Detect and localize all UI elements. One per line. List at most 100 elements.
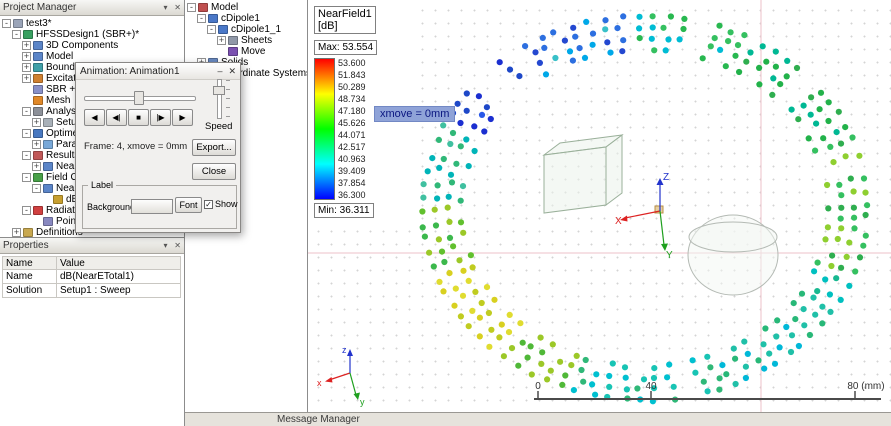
frame-slider[interactable] bbox=[84, 91, 196, 103]
play-forward-button[interactable]: ▶ bbox=[172, 109, 193, 126]
field-dot bbox=[471, 123, 477, 129]
field-dot bbox=[540, 35, 546, 41]
close-icon[interactable]: ✕ bbox=[228, 66, 236, 77]
background-color-swatch[interactable] bbox=[131, 199, 173, 214]
collapse-icon[interactable]: - bbox=[12, 30, 21, 39]
collapse-icon[interactable]: - bbox=[2, 19, 11, 28]
collapse-icon[interactable]: - bbox=[22, 129, 31, 138]
field-dot bbox=[425, 168, 431, 174]
close-icon[interactable]: ✕ bbox=[174, 241, 181, 250]
properties-row[interactable]: SolutionSetup1 : Sweep bbox=[2, 284, 181, 298]
x-axis-label: X bbox=[615, 216, 622, 227]
project-tree-row[interactable]: -test3* bbox=[0, 18, 184, 29]
field-dot bbox=[457, 120, 463, 126]
speed-slider[interactable] bbox=[213, 79, 223, 119]
speed-slider-ticks bbox=[226, 80, 230, 120]
design-icon bbox=[23, 30, 33, 39]
show-checkbox[interactable]: ✓ bbox=[204, 200, 213, 209]
expand-icon[interactable]: + bbox=[22, 52, 31, 61]
field-dot bbox=[434, 195, 440, 201]
field-dot bbox=[450, 130, 456, 136]
3d-viewport[interactable]: X Y Z x z y 0 bbox=[308, 0, 891, 412]
panel-menu-icon[interactable]: ▾ bbox=[164, 3, 168, 12]
stop-button[interactable]: ■ bbox=[128, 109, 149, 126]
expand-icon[interactable]: + bbox=[22, 63, 31, 72]
expand-icon[interactable]: + bbox=[217, 36, 226, 45]
field-dot bbox=[606, 373, 612, 379]
field-dot bbox=[681, 16, 687, 22]
project-tree-row[interactable]: +3D Components bbox=[0, 40, 184, 51]
field-dot bbox=[499, 322, 505, 328]
tree-label: cDipole1_1 bbox=[231, 24, 281, 35]
model-icon bbox=[33, 52, 43, 61]
collapse-icon[interactable]: - bbox=[207, 25, 216, 34]
field-dot bbox=[592, 392, 598, 398]
export-button[interactable]: Export... bbox=[192, 139, 236, 156]
x-axis-arrow bbox=[625, 211, 660, 218]
expand-icon[interactable]: + bbox=[32, 162, 41, 171]
collapse-icon[interactable]: - bbox=[22, 107, 31, 116]
label-group-title: Label bbox=[88, 180, 116, 190]
step-forward-button[interactable]: |▶ bbox=[150, 109, 171, 126]
properties-row[interactable]: NamedB(NearETotal1) bbox=[2, 270, 181, 284]
component-part-icon bbox=[218, 25, 228, 34]
field-dot bbox=[568, 362, 574, 368]
field-dot bbox=[814, 288, 820, 294]
field-dot bbox=[441, 156, 447, 162]
expand-icon[interactable]: + bbox=[22, 41, 31, 50]
model-tree-row[interactable]: - cDipole1_1 bbox=[185, 24, 307, 35]
close-button[interactable]: Close bbox=[192, 163, 236, 180]
panel-menu-icon[interactable]: ▾ bbox=[164, 241, 168, 250]
field-dot bbox=[747, 49, 753, 55]
corner-z-arrowhead bbox=[347, 349, 353, 356]
expand-icon[interactable]: + bbox=[32, 118, 41, 127]
field-dot bbox=[447, 235, 453, 241]
field-dot bbox=[525, 355, 531, 361]
close-icon[interactable]: ✕ bbox=[174, 3, 181, 12]
collapse-icon[interactable]: - bbox=[32, 184, 41, 193]
field-dot bbox=[458, 143, 464, 149]
model-tree-row[interactable]: +Sheets bbox=[185, 35, 307, 46]
model-tree-row[interactable]: -Model bbox=[185, 2, 307, 13]
field-dot bbox=[762, 325, 768, 331]
expand-icon[interactable]: + bbox=[22, 74, 31, 83]
expand-icon[interactable]: + bbox=[32, 140, 41, 149]
message-manager-bar[interactable]: Message Manager bbox=[185, 412, 891, 426]
field-dot bbox=[448, 172, 454, 178]
collapse-icon[interactable]: - bbox=[22, 173, 31, 182]
step-reverse-button[interactable]: ◀| bbox=[106, 109, 127, 126]
expand-icon[interactable]: + bbox=[12, 228, 21, 237]
speed-slider-thumb[interactable] bbox=[213, 86, 225, 95]
field-dot bbox=[422, 234, 428, 240]
field-dot bbox=[624, 386, 630, 392]
project-tree-row[interactable]: -HFSSDesign1 (SBR+)* bbox=[0, 29, 184, 40]
near-field-dot-ring[interactable] bbox=[419, 13, 870, 404]
model-tree-row[interactable]: Move bbox=[185, 46, 307, 57]
field-dot bbox=[812, 148, 818, 154]
collapse-icon[interactable]: - bbox=[187, 3, 196, 12]
collapse-icon[interactable]: - bbox=[22, 206, 31, 215]
model-tree-row[interactable]: -cDipole1 bbox=[185, 13, 307, 24]
y-axis-arrow bbox=[660, 211, 664, 245]
animation-dialog[interactable]: Animation: Animation1 – ✕ Speed ◀◀|■|▶▶ … bbox=[75, 62, 241, 233]
field-dot bbox=[704, 354, 710, 360]
cylinder-object[interactable] bbox=[688, 215, 778, 295]
field-dot bbox=[801, 306, 807, 312]
collapse-icon[interactable]: - bbox=[22, 151, 31, 160]
properties-header-cell[interactable]: Name bbox=[2, 256, 57, 270]
minimize-icon[interactable]: – bbox=[217, 66, 222, 76]
collapse-icon[interactable]: - bbox=[197, 14, 206, 23]
field-dot bbox=[664, 374, 670, 380]
animation-dialog-titlebar[interactable]: Animation: Animation1 – ✕ bbox=[76, 63, 240, 80]
frame-slider-thumb[interactable] bbox=[134, 91, 144, 105]
field-dot bbox=[431, 263, 437, 269]
font-button[interactable]: Font bbox=[175, 197, 202, 213]
box-object[interactable] bbox=[544, 135, 622, 213]
field-dot bbox=[607, 50, 613, 56]
project-tree-row[interactable]: +Model bbox=[0, 51, 184, 62]
field-dot bbox=[838, 297, 844, 303]
animation-variable-label[interactable]: xmove = 0mm bbox=[374, 106, 455, 122]
properties-header-cell[interactable]: Value bbox=[57, 256, 181, 270]
properties-titlebar: Properties ▾ ✕ bbox=[0, 238, 184, 254]
play-reverse-button[interactable]: ◀ bbox=[84, 109, 105, 126]
